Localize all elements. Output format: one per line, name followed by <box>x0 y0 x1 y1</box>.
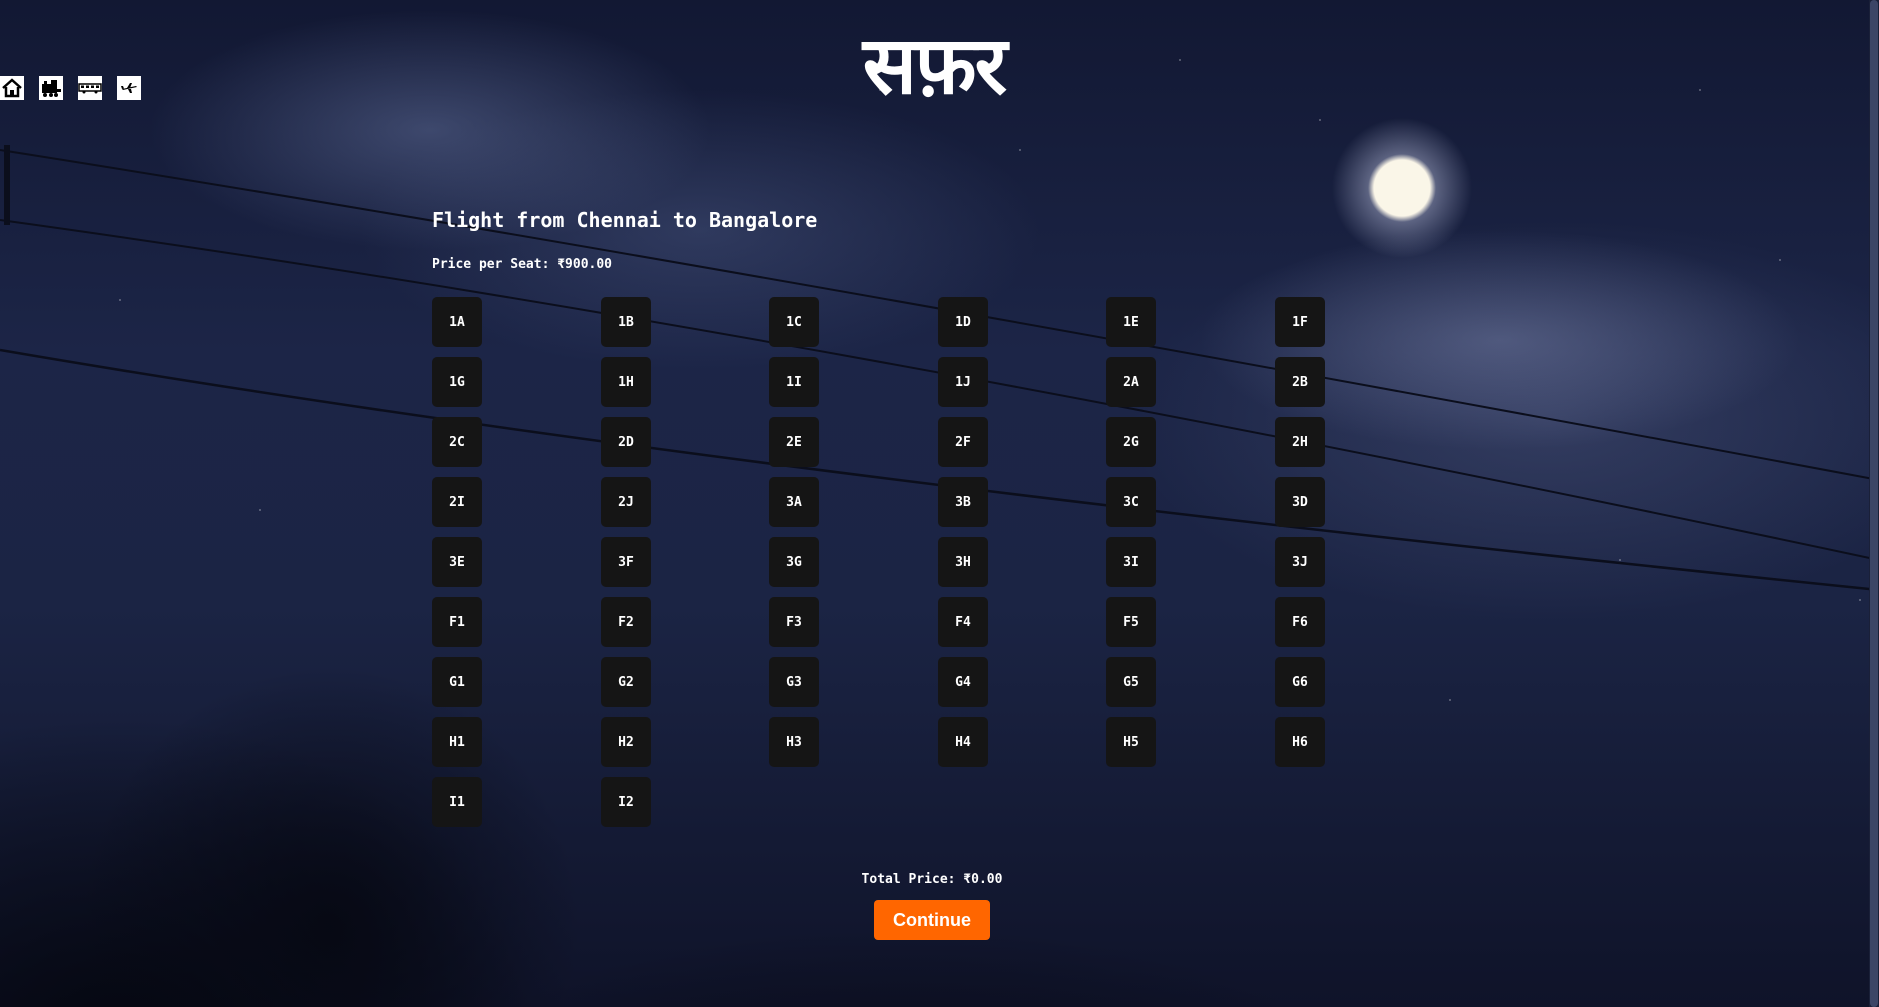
seat-button[interactable]: 3D <box>1275 477 1325 527</box>
seat-button[interactable]: G2 <box>601 657 651 707</box>
seat-button[interactable]: F1 <box>432 597 482 647</box>
seat-button[interactable]: F4 <box>938 597 988 647</box>
seat-button[interactable]: 2C <box>432 417 482 467</box>
seat-button[interactable]: H1 <box>432 717 482 767</box>
scrollbar[interactable] <box>1869 0 1879 1007</box>
bus-button[interactable] <box>78 76 102 100</box>
home-icon <box>0 76 24 100</box>
seat-button[interactable]: G5 <box>1106 657 1156 707</box>
seat-button[interactable]: 2B <box>1275 357 1325 407</box>
seat-button[interactable]: 3I <box>1106 537 1156 587</box>
seat-button[interactable]: G6 <box>1275 657 1325 707</box>
seat-button[interactable]: 1B <box>601 297 651 347</box>
flight-icon <box>117 76 141 100</box>
booking-header: Flight from Chennai to Bangalore <box>432 208 817 232</box>
seat-button[interactable]: 2G <box>1106 417 1156 467</box>
seat-button[interactable]: 3E <box>432 537 482 587</box>
seat-button[interactable]: 1D <box>938 297 988 347</box>
seat-button[interactable]: 2A <box>1106 357 1156 407</box>
seat-button[interactable]: 1J <box>938 357 988 407</box>
seat-button[interactable]: F2 <box>601 597 651 647</box>
seat-button[interactable]: 3G <box>769 537 819 587</box>
seat-button[interactable]: 3F <box>601 537 651 587</box>
seat-button[interactable]: I2 <box>601 777 651 827</box>
seat-button[interactable]: 2I <box>432 477 482 527</box>
seat-button[interactable]: 1G <box>432 357 482 407</box>
seat-button[interactable]: 3J <box>1275 537 1325 587</box>
price-per-seat: Price per Seat: ₹900.00 <box>432 257 613 272</box>
seat-button[interactable]: 1C <box>769 297 819 347</box>
total-price: Total Price: ₹0.00 <box>861 872 1003 887</box>
seat-button[interactable]: 1E <box>1106 297 1156 347</box>
seat-button[interactable]: F6 <box>1275 597 1325 647</box>
seat-button[interactable]: G1 <box>432 657 482 707</box>
bus-icon <box>78 76 102 100</box>
seat-button[interactable]: H3 <box>769 717 819 767</box>
nav-bar <box>0 76 141 100</box>
seat-button[interactable]: 2D <box>601 417 651 467</box>
seat-button[interactable]: 3H <box>938 537 988 587</box>
app-logo[interactable]: सफ़र <box>834 18 1034 114</box>
seat-button[interactable]: 2J <box>601 477 651 527</box>
seat-button[interactable]: 3A <box>769 477 819 527</box>
seat-button[interactable]: 2E <box>769 417 819 467</box>
seat-button[interactable]: G3 <box>769 657 819 707</box>
seat-button[interactable]: F5 <box>1106 597 1156 647</box>
seat-button[interactable]: F3 <box>769 597 819 647</box>
seat-button[interactable]: H4 <box>938 717 988 767</box>
flight-button[interactable] <box>117 76 141 100</box>
seat-button[interactable]: 2H <box>1275 417 1325 467</box>
seat-button[interactable]: 3C <box>1106 477 1156 527</box>
seat-button[interactable]: H6 <box>1275 717 1325 767</box>
train-button[interactable] <box>39 76 63 100</box>
page-title: Flight from Chennai to Bangalore <box>432 208 818 232</box>
train-icon <box>39 76 63 100</box>
seat-button[interactable]: 1I <box>769 357 819 407</box>
seat-button[interactable]: I1 <box>432 777 482 827</box>
continue-button[interactable]: Continue <box>874 900 990 940</box>
home-button[interactable] <box>0 76 24 100</box>
seat-button[interactable]: G4 <box>938 657 988 707</box>
seat-button[interactable]: 2F <box>938 417 988 467</box>
seat-grid: 1A 1B 1C 1D 1E 1F 1G 1H 1I 1J 2A 2B 2C 2D 2E 2F 2G 2H 2I 2J… <box>432 297 1352 827</box>
seat-button[interactable]: H5 <box>1106 717 1156 767</box>
seat-button[interactable]: 3B <box>938 477 988 527</box>
seat-button[interactable]: 1A <box>432 297 482 347</box>
seat-button[interactable]: 1H <box>601 357 651 407</box>
seat-button[interactable]: 1F <box>1275 297 1325 347</box>
scrollbar-thumb[interactable] <box>1870 0 1878 1007</box>
seat-button[interactable]: H2 <box>601 717 651 767</box>
